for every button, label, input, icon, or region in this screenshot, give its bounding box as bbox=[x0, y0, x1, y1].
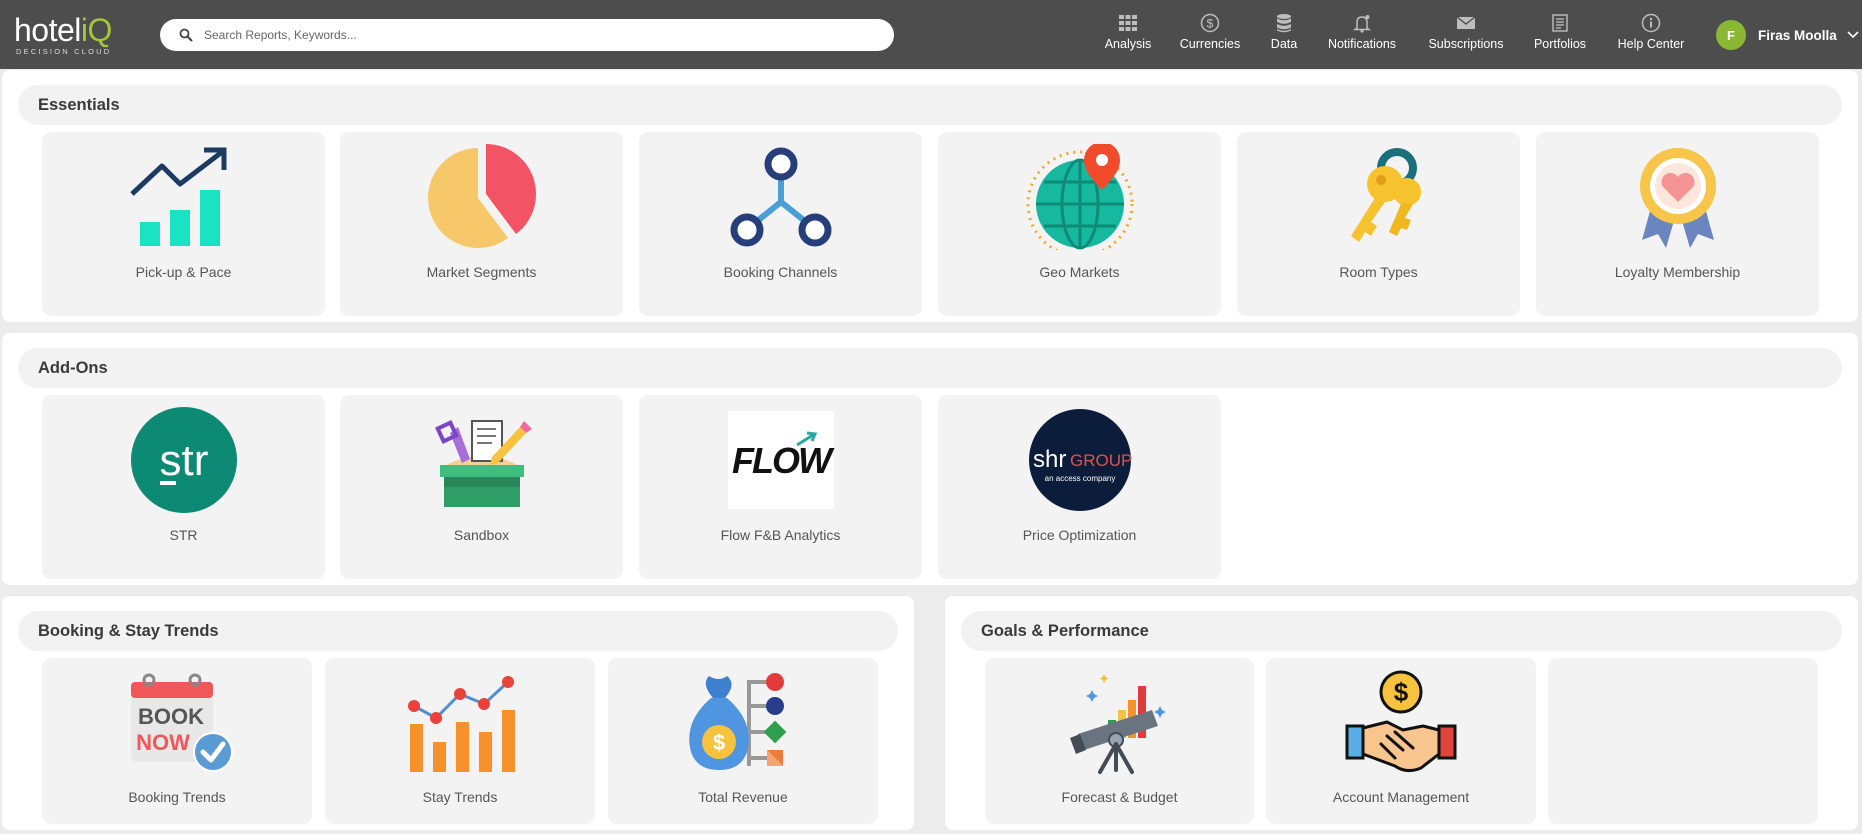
network-nodes-icon bbox=[730, 147, 831, 247]
card-stay-trends[interactable]: Stay Trends bbox=[325, 658, 595, 824]
card-label: Geo Markets bbox=[1039, 264, 1120, 280]
nav-portfolios[interactable]: Portfolios bbox=[1532, 13, 1588, 57]
info-circle-icon bbox=[1641, 13, 1661, 33]
card-label: Loyalty Membership bbox=[1614, 264, 1741, 280]
group-logo-text: GROUP bbox=[1070, 451, 1132, 470]
svg-text:$: $ bbox=[1394, 677, 1409, 707]
section-title: Add-Ons bbox=[38, 359, 108, 377]
addons-panel: Add-Ons str STR Sandbox FLOW Flow F&B An… bbox=[2, 333, 1858, 585]
keys-icon bbox=[1350, 148, 1421, 242]
card-total-revenue[interactable]: $ Total Revenue bbox=[608, 658, 878, 824]
logo-wordmark: hoteliQ bbox=[14, 12, 112, 48]
award-badge-icon bbox=[1639, 148, 1716, 248]
card-label: Account Management bbox=[1332, 789, 1470, 805]
card-price-optimization[interactable]: shr GROUP an access company Price Optimi… bbox=[938, 395, 1221, 579]
card-label: Booking Channels bbox=[723, 264, 838, 280]
essentials-header: Essentials bbox=[18, 85, 1842, 125]
database-icon bbox=[1277, 14, 1291, 33]
card-loyalty-membership[interactable]: Loyalty Membership bbox=[1536, 132, 1819, 316]
search-input[interactable] bbox=[204, 23, 874, 47]
card-forecast-budget[interactable]: Forecast & Budget bbox=[985, 658, 1254, 824]
bar-line-chart-icon bbox=[408, 676, 515, 772]
nav-subscriptions[interactable]: Subscriptions bbox=[1424, 13, 1508, 57]
card-label: Flow F&B Analytics bbox=[720, 527, 841, 543]
shr-logo-text: shr bbox=[1033, 446, 1066, 473]
nav-analysis[interactable]: Analysis bbox=[1098, 13, 1158, 57]
card-label: Price Optimization bbox=[1022, 527, 1137, 543]
card-label: STR bbox=[169, 527, 198, 543]
goals-header: Goals & Performance bbox=[961, 611, 1842, 651]
telescope-chart-icon bbox=[1069, 674, 1166, 774]
search-icon bbox=[179, 28, 193, 42]
card-empty-placeholder bbox=[1548, 658, 1818, 824]
nav-help-center[interactable]: Help Center bbox=[1616, 13, 1686, 57]
essentials-panel: Essentials Pick-up & Pace Market Segment… bbox=[2, 70, 1858, 322]
goals-panel: Goals & Performance Forecast & Budget $ … bbox=[945, 596, 1858, 830]
dollar-circle-icon: $ bbox=[1200, 13, 1220, 33]
document-list-icon bbox=[1552, 14, 1568, 32]
globe-pin-icon bbox=[1026, 144, 1133, 250]
card-account-management[interactable]: $ Account Management bbox=[1266, 658, 1536, 824]
section-title: Essentials bbox=[38, 96, 120, 114]
booking-art-line1: BOOK bbox=[138, 704, 204, 729]
bell-icon bbox=[1352, 15, 1372, 33]
card-booking-trends[interactable]: BOOK NOW Booking Trends bbox=[42, 658, 312, 824]
card-pickup-pace[interactable]: Pick-up & Pace bbox=[42, 132, 325, 316]
card-label: Sandbox bbox=[453, 527, 510, 543]
booking-stay-panel: Booking & Stay Trends BOOK NOW Booking T… bbox=[2, 596, 914, 830]
nav-data[interactable]: Data bbox=[1266, 13, 1302, 57]
nav-notifications[interactable]: Notifications bbox=[1326, 13, 1398, 57]
avatar: F bbox=[1716, 20, 1746, 50]
nav-currencies[interactable]: $ Currencies bbox=[1178, 13, 1242, 57]
card-label: Total Revenue bbox=[698, 789, 788, 805]
card-market-segments[interactable]: Market Segments bbox=[340, 132, 623, 316]
svg-text:$: $ bbox=[1207, 17, 1214, 31]
card-sandbox[interactable]: Sandbox bbox=[340, 395, 623, 579]
logo-tagline: DECISION CLOUD bbox=[16, 47, 112, 56]
user-menu[interactable]: F Firas Moolla bbox=[1716, 19, 1859, 51]
card-str[interactable]: str STR bbox=[42, 395, 325, 579]
str-logo-text: str bbox=[159, 436, 208, 485]
shr-logo-subtext: an access company bbox=[1044, 474, 1115, 483]
envelope-icon bbox=[1456, 16, 1476, 29]
flow-logo-text: FLOW bbox=[732, 440, 835, 481]
shr-group-logo-icon: shr GROUP an access company bbox=[1028, 409, 1132, 511]
search-bar[interactable] bbox=[160, 19, 894, 51]
grid-icon bbox=[1119, 15, 1137, 31]
growth-chart-icon bbox=[129, 147, 226, 246]
card-flow-fb-analytics[interactable]: FLOW Flow F&B Analytics bbox=[639, 395, 922, 579]
money-bag-icon: $ bbox=[689, 673, 787, 770]
card-label: Market Segments bbox=[426, 264, 537, 280]
card-label: Forecast & Budget bbox=[1061, 789, 1178, 805]
str-logo-icon: str bbox=[130, 407, 237, 513]
card-geo-markets[interactable]: Geo Markets bbox=[938, 132, 1221, 316]
pie-chart-icon bbox=[427, 144, 536, 248]
card-booking-channels[interactable]: Booking Channels bbox=[639, 132, 922, 316]
top-navigation-bar: hoteliQ DECISION CLOUD Analysis $ Curren… bbox=[0, 0, 1862, 69]
section-title: Booking & Stay Trends bbox=[38, 622, 219, 640]
card-label: Room Types bbox=[1339, 264, 1418, 280]
handshake-dollar-icon: $ bbox=[1345, 670, 1457, 773]
card-room-types[interactable]: Room Types bbox=[1237, 132, 1520, 316]
svg-text:$: $ bbox=[713, 730, 725, 755]
section-title: Goals & Performance bbox=[981, 622, 1149, 640]
chevron-down-icon bbox=[1847, 31, 1859, 39]
card-label: Pick-up & Pace bbox=[135, 264, 232, 280]
flow-logo-icon: FLOW bbox=[727, 411, 836, 509]
booking-art-line2: NOW bbox=[136, 730, 190, 755]
card-label: Booking Trends bbox=[128, 789, 226, 805]
user-name: Firas Moolla bbox=[1758, 27, 1837, 43]
booking-calendar-icon: BOOK NOW bbox=[131, 673, 233, 772]
sandbox-icon bbox=[434, 420, 532, 507]
hoteliq-logo[interactable]: hoteliQ DECISION CLOUD bbox=[14, 14, 134, 56]
booking-stay-header: Booking & Stay Trends bbox=[18, 611, 898, 651]
card-label: Stay Trends bbox=[422, 789, 498, 805]
addons-header: Add-Ons bbox=[18, 348, 1842, 388]
